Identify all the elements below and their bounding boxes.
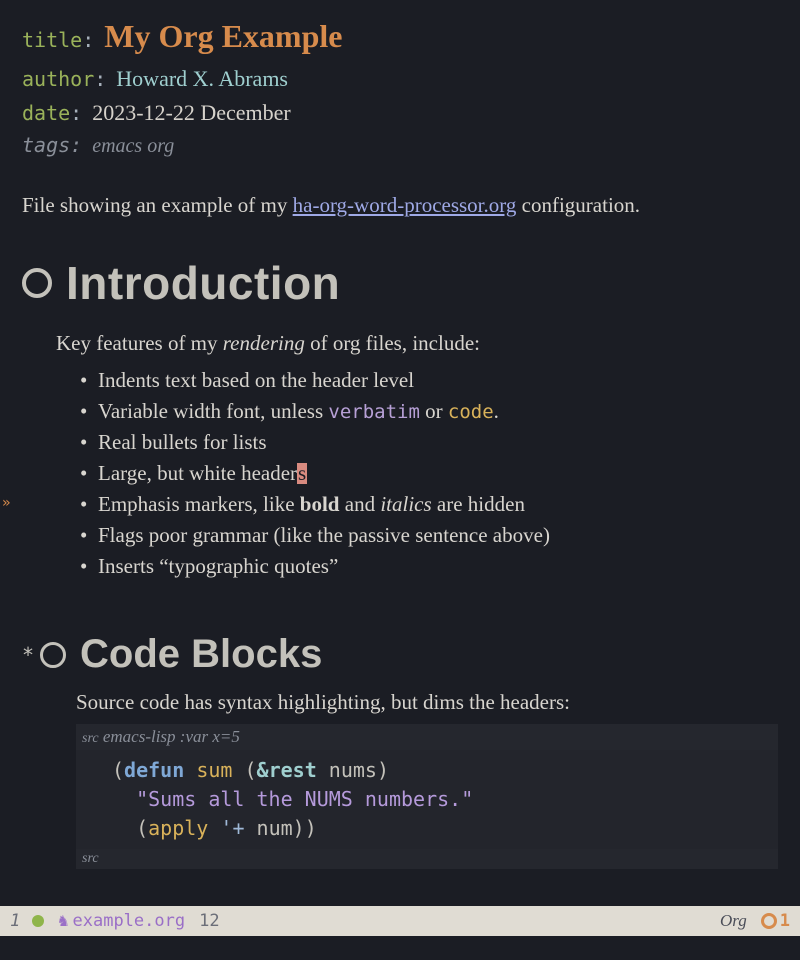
list-item: Inserts “typographic quotes” xyxy=(80,551,778,582)
features-list: Indents text based on the header level V… xyxy=(80,365,778,583)
heading-bullet-icon xyxy=(22,268,52,298)
modeline-buffer-name[interactable]: example.org xyxy=(73,911,186,931)
list-item: Real bullets for lists xyxy=(80,427,778,458)
meta-tags-line: tags: emacs org xyxy=(22,130,778,162)
list-item: Indents text based on the header level xyxy=(80,365,778,396)
src-block-footer: src xyxy=(76,849,778,869)
list-item: Large, but white headers xyxy=(80,458,778,489)
code-text: code xyxy=(448,401,494,423)
code-intro-paragraph: Source code has syntax highlighting, but… xyxy=(76,687,778,717)
heading-introduction-text: Introduction xyxy=(66,256,340,310)
document-tags: emacs org xyxy=(92,131,174,162)
config-link[interactable]: ha-org-word-processor.org xyxy=(293,193,517,217)
meta-date-line: date: 2023-12-22 December xyxy=(22,96,778,130)
echo-area xyxy=(0,936,800,960)
meta-title-line: title: My Org Example xyxy=(22,12,778,62)
org-star-icon: * xyxy=(22,643,34,667)
modeline-line-number: 12 xyxy=(199,911,219,931)
meta-key-tags: tags: xyxy=(22,130,82,161)
heading-code-blocks-text: Code Blocks xyxy=(80,632,322,677)
features-intro: Key features of my rendering of org file… xyxy=(56,328,778,358)
meta-key-date: date xyxy=(22,101,70,125)
list-item: Variable width font, unless verbatim or … xyxy=(80,396,778,427)
modeline[interactable]: 1 ♞ example.org 12 Org 1 xyxy=(0,906,800,936)
meta-key-title: title xyxy=(22,28,82,52)
document-title: My Org Example xyxy=(104,12,342,62)
modeline-project-icon: ♞ xyxy=(58,911,68,931)
meta-key-author: author xyxy=(22,67,94,91)
heading-code-blocks[interactable]: * Code Blocks xyxy=(22,632,778,677)
intro-paragraph: File showing an example of my ha-org-wor… xyxy=(22,190,778,220)
source-code-block[interactable]: (defun sum (&rest nums) "Sums all the NU… xyxy=(76,750,778,849)
heading-bullet-icon xyxy=(40,642,66,668)
heading-introduction[interactable]: Introduction xyxy=(22,256,778,310)
verbatim-text: verbatim xyxy=(328,401,420,423)
introduction-body: Key features of my rendering of org file… xyxy=(56,328,778,582)
src-block-header: src emacs-lisp :var x=5 xyxy=(76,724,778,750)
modeline-flycheck-warning[interactable]: 1 xyxy=(761,911,790,931)
list-item: » Emphasis markers, like bold and italic… xyxy=(80,489,778,520)
buffer-area[interactable]: title: My Org Example author: Howard X. … xyxy=(0,0,800,869)
modeline-modified-icon xyxy=(32,915,44,927)
flycheck-fringe-icon: » xyxy=(2,493,10,514)
meta-author-line: author: Howard X. Abrams xyxy=(22,62,778,96)
modeline-major-mode[interactable]: Org xyxy=(720,911,747,931)
document-author: Howard X. Abrams xyxy=(116,62,288,96)
warning-icon xyxy=(761,913,777,929)
list-item: Flags poor grammar (like the passive sen… xyxy=(80,520,778,551)
modeline-window-number: 1 xyxy=(10,911,20,931)
document-date: 2023-12-22 December xyxy=(92,96,291,130)
text-cursor: s xyxy=(297,463,307,484)
